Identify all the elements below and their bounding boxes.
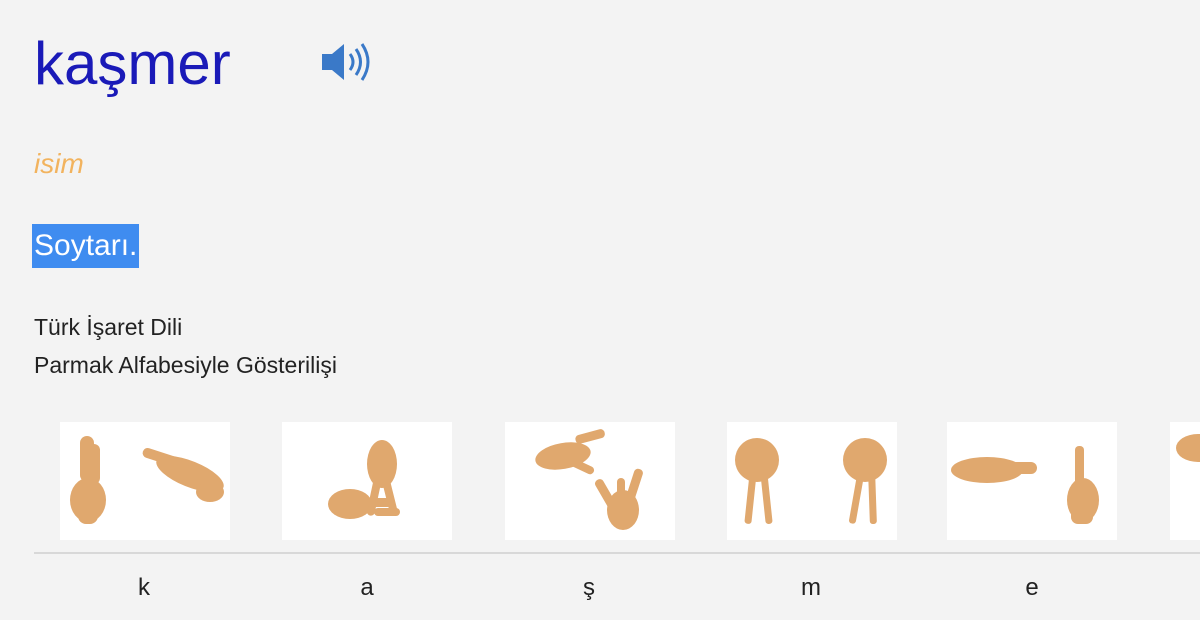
letter-label: ş bbox=[583, 574, 595, 601]
hand-sign-e-image bbox=[951, 446, 1099, 524]
hand-sign-k-image bbox=[70, 436, 224, 524]
sign-card-next[interactable] bbox=[1170, 422, 1200, 540]
sign-card-k[interactable] bbox=[60, 422, 230, 540]
part-of-speech: isim bbox=[34, 148, 84, 179]
definition-text: Soytarı. bbox=[32, 224, 140, 268]
headword: kaşmer bbox=[34, 30, 231, 97]
letter-label: e bbox=[1025, 574, 1039, 601]
hand-sign-next-image bbox=[1176, 434, 1200, 462]
sign-card-m[interactable] bbox=[727, 422, 897, 540]
hand-sign-m-image bbox=[735, 438, 887, 525]
letter-label: a bbox=[360, 574, 374, 601]
letter-label: k bbox=[138, 574, 150, 601]
divider bbox=[34, 552, 1200, 554]
sign-language-title: Türk İşaret Dili bbox=[34, 314, 183, 340]
sign-card-a[interactable] bbox=[282, 422, 452, 540]
sign-language-heading: Türk İşaret Dili Parmak Alfabesiyle Göst… bbox=[34, 308, 337, 384]
hand-sign-a-image bbox=[328, 440, 400, 519]
sign-language-subtitle: Parmak Alfabesiyle Gösterilişi bbox=[34, 352, 337, 378]
letter-label: m bbox=[801, 574, 821, 601]
sign-card-sh[interactable] bbox=[505, 422, 675, 540]
speaker-icon[interactable] bbox=[318, 40, 378, 84]
fingerspelling-strip bbox=[0, 418, 1200, 548]
hand-sign-sh-image bbox=[535, 429, 643, 530]
sign-card-e[interactable] bbox=[947, 422, 1117, 540]
